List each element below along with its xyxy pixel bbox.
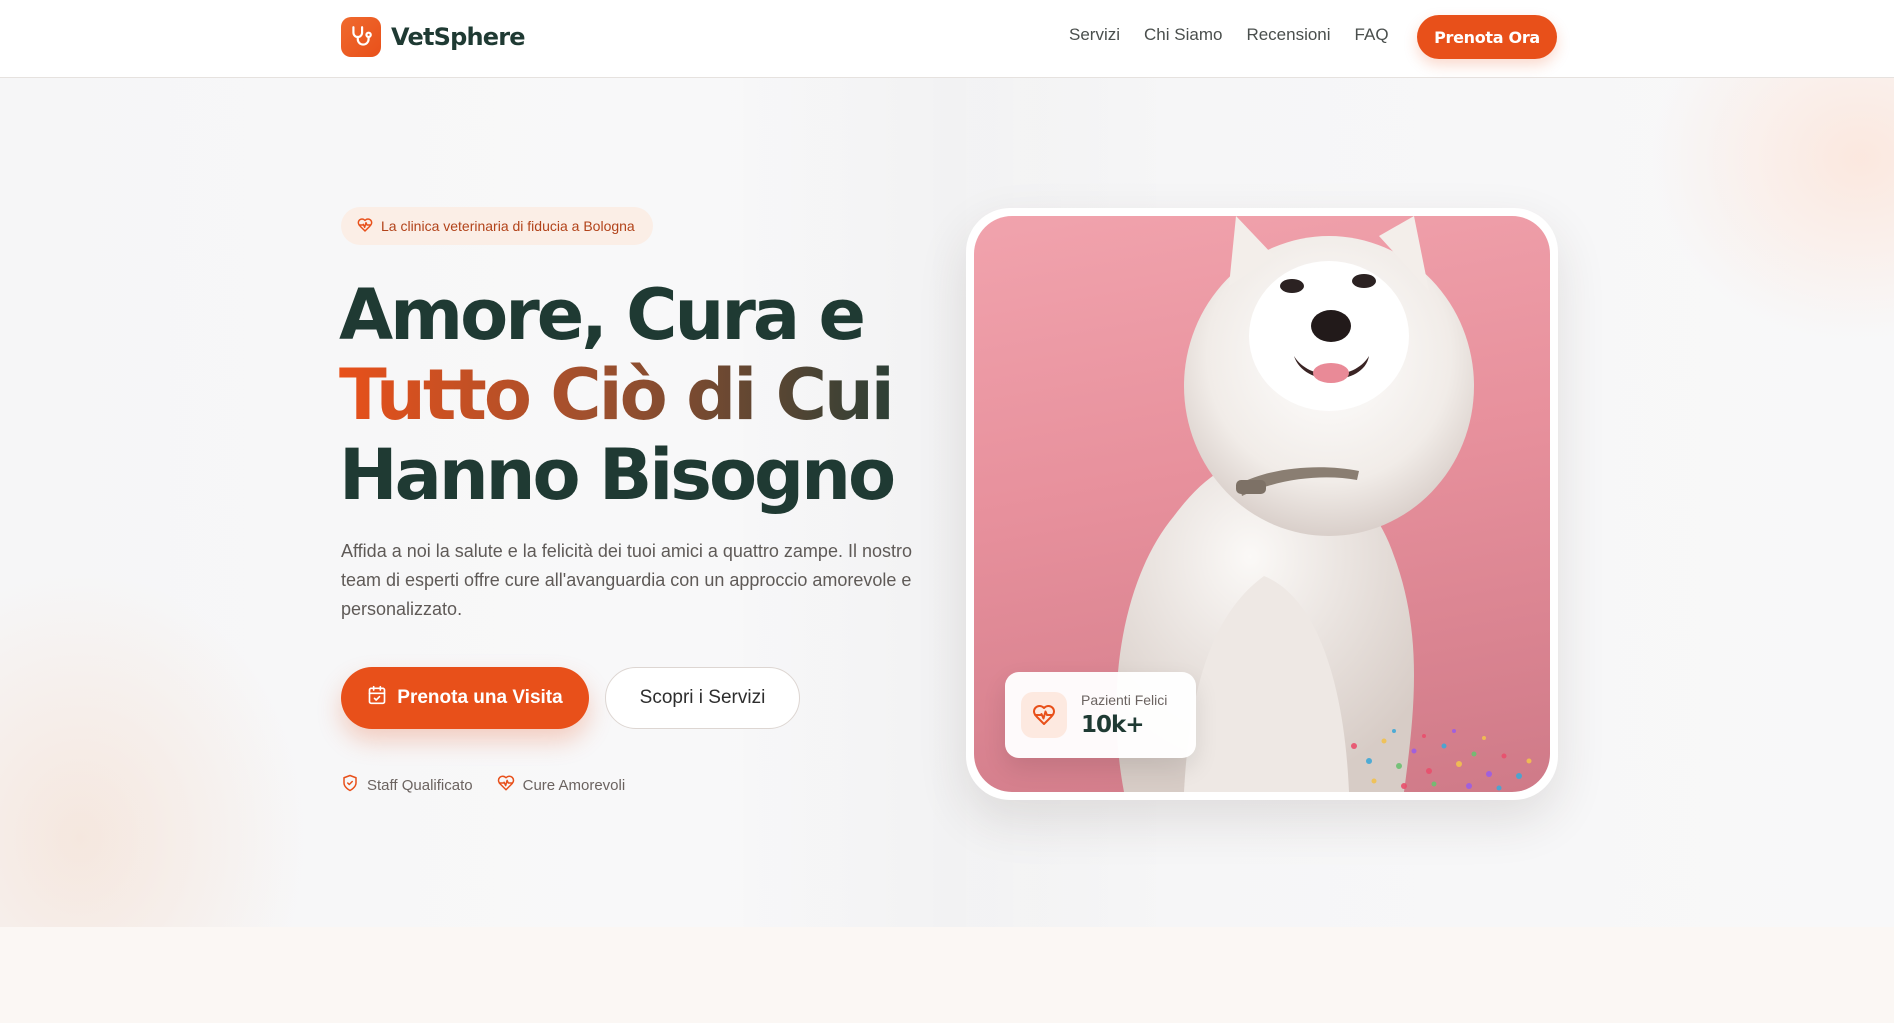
nav-link-chi-siamo[interactable]: Chi Siamo xyxy=(1144,25,1222,45)
stat-label: Pazienti Felici xyxy=(1081,692,1168,708)
shield-check-icon xyxy=(341,774,359,796)
feature-staff: Staff Qualificato xyxy=(341,774,473,796)
heart-pulse-icon xyxy=(497,774,515,796)
badge-text: La clinica veterinaria di fiducia a Bolo… xyxy=(381,218,635,234)
main-nav: Servizi Chi Siamo Recensioni FAQ xyxy=(1069,25,1389,45)
nav-link-recensioni[interactable]: Recensioni xyxy=(1246,25,1330,45)
book-now-button[interactable]: Prenota Ora xyxy=(1417,15,1557,59)
feature-label: Cure Amorevoli xyxy=(522,776,626,794)
headline-line-3: Hanno Bisogno xyxy=(339,434,896,516)
feature-label: Staff Qualificato xyxy=(367,776,473,794)
stat-text: Pazienti Felici 10k+ xyxy=(1081,692,1167,738)
nav-link-servizi[interactable]: Servizi xyxy=(1069,25,1120,45)
hero-headline: Amore, Cura e Tutto Ciò di Cui Hanno Bis… xyxy=(339,275,899,515)
headline-line-1: Amore, Cura e xyxy=(339,274,866,356)
nav-link-faq[interactable]: FAQ xyxy=(1355,25,1389,45)
hero-badge: La clinica veterinaria di fiducia a Bolo… xyxy=(341,207,653,245)
headline-line-2: Tutto Ciò di Cui xyxy=(339,355,899,435)
brand-name: VetSphere xyxy=(391,23,526,51)
hero-features: Staff Qualificato Cure Amorevoli xyxy=(341,774,625,796)
heart-pulse-icon xyxy=(1021,692,1067,738)
hero-section: La clinica veterinaria di fiducia a Bolo… xyxy=(0,78,1894,927)
book-visit-button[interactable]: Prenota una Visita xyxy=(341,667,589,729)
feature-care: Cure Amorevoli xyxy=(497,774,626,796)
stethoscope-icon xyxy=(341,17,381,57)
happy-patients-card: Pazienti Felici 10k+ xyxy=(1005,672,1196,758)
book-visit-label: Prenota una Visita xyxy=(397,687,563,708)
calendar-icon xyxy=(367,685,387,711)
discover-services-button[interactable]: Scopri i Servizi xyxy=(605,667,800,729)
stat-value: 10k+ xyxy=(1081,712,1145,738)
logo[interactable]: VetSphere xyxy=(341,17,526,57)
hero-subtitle: Affida a noi la salute e la felicità dei… xyxy=(341,541,912,619)
heart-pulse-icon xyxy=(357,217,373,236)
site-header: VetSphere Servizi Chi Siamo Recensioni F… xyxy=(0,0,1894,78)
